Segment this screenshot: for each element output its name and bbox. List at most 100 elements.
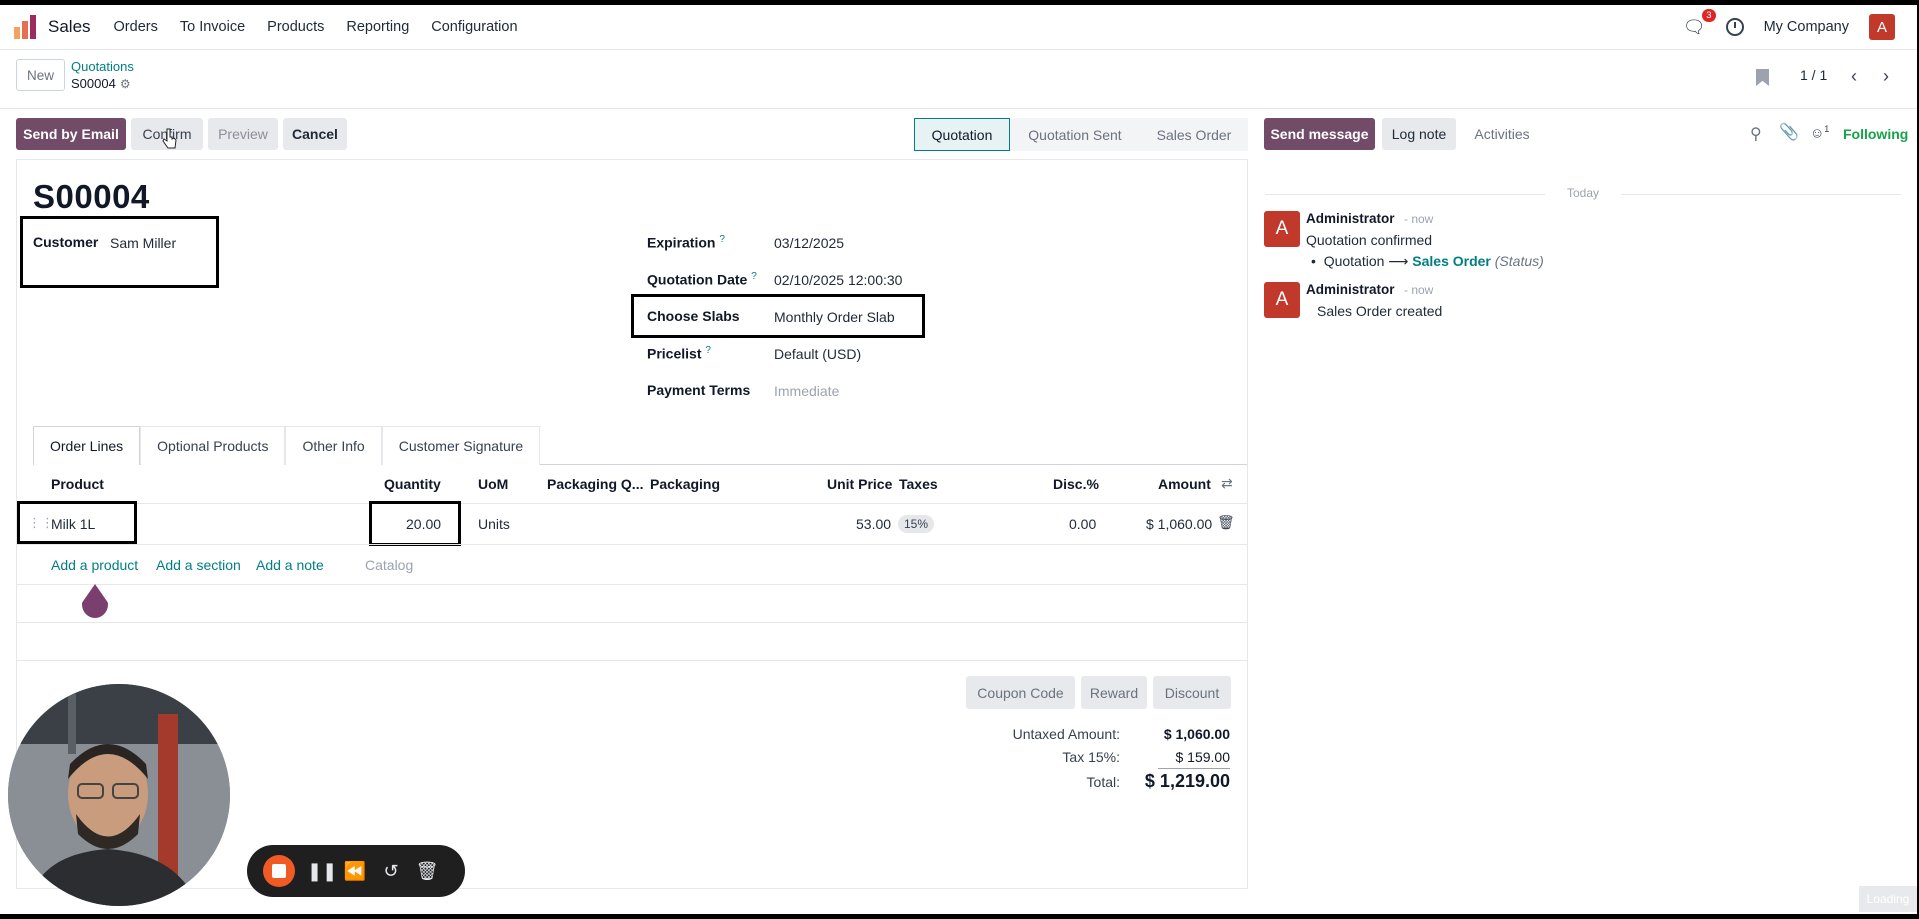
message-tracking: • Quotation ⟶ Sales Order (Status) (1311, 253, 1544, 269)
tax-label: Tax 15%: (1062, 749, 1120, 765)
message-author[interactable]: Administrator (1306, 282, 1395, 297)
tab-order-lines[interactable]: Order Lines (33, 426, 141, 465)
sales-app-icon[interactable] (14, 15, 38, 39)
stage-quotation-sent[interactable]: Quotation Sent (1010, 118, 1140, 151)
stage-sales-order[interactable]: Sales Order (1140, 118, 1248, 151)
control-panel: New Quotations S00004 ⚙ 1 / 1 ‹ › (0, 51, 1917, 109)
help-icon[interactable]: ? (719, 234, 725, 245)
line-tax-badge[interactable]: 15% (898, 515, 935, 533)
add-note-link[interactable]: Add a note (256, 557, 324, 573)
pricelist-field[interactable]: Default (USD) (774, 346, 861, 362)
loading-indicator: Loading (1859, 886, 1917, 912)
tracking-old-value: Quotation (1323, 253, 1385, 269)
highlight-choose-slabs (631, 294, 925, 338)
company-switcher[interactable]: My Company (1764, 19, 1849, 35)
menu-configuration[interactable]: Configuration (420, 19, 528, 35)
add-section-link[interactable]: Add a section (156, 557, 241, 573)
payment-terms-field[interactable]: Immediate (774, 383, 839, 399)
followers-icon[interactable]: ☺1 (1810, 124, 1829, 141)
col-unit-price[interactable]: Unit Price (827, 476, 892, 492)
activities-button[interactable]: Activities (1463, 118, 1541, 150)
untaxed-amount-value: $ 1,060.00 (1163, 726, 1230, 742)
pager-next-icon[interactable]: › (1873, 63, 1899, 89)
send-by-email-button[interactable]: Send by Email (16, 118, 126, 150)
col-uom[interactable]: UoM (478, 476, 508, 492)
message-body: Sales Order created (1317, 303, 1443, 319)
mouse-pointer-icon (162, 128, 177, 149)
line-unit-price[interactable]: 53.00 (856, 516, 891, 532)
table-row-divider (16, 622, 1247, 623)
menu-orders[interactable]: Orders (103, 19, 169, 35)
pager-previous-icon[interactable]: ‹ (1841, 63, 1867, 89)
expiration-label: Expiration ? (647, 234, 725, 251)
col-disc[interactable]: Disc.% (1053, 476, 1099, 492)
menu-reporting[interactable]: Reporting (335, 19, 420, 35)
preview-button[interactable]: Preview (208, 118, 278, 150)
message-author[interactable]: Administrator (1306, 211, 1395, 226)
tracking-new-value: Sales Order (1412, 253, 1491, 269)
expiration-field[interactable]: 03/12/2025 (774, 235, 844, 251)
stop-recording-icon[interactable] (263, 855, 295, 887)
col-amount[interactable]: Amount (1158, 476, 1211, 492)
col-packaging-qty[interactable]: Packaging Q... (547, 476, 643, 492)
pager-value[interactable]: 1 / 1 (1800, 67, 1827, 83)
paperclip-icon[interactable]: 📎 (1779, 122, 1799, 142)
screen-recorder-toolbar: ❚❚ ⏪ ↺ 🗑 (247, 845, 465, 897)
arrow-right-icon: ⟶ (1388, 253, 1413, 269)
status-bar: Quotation Quotation Sent Sales Order (914, 118, 1248, 151)
menu-products[interactable]: Products (256, 19, 335, 35)
app-name[interactable]: Sales (48, 17, 91, 37)
col-quantity[interactable]: Quantity (384, 476, 441, 492)
tab-other-info[interactable]: Other Info (285, 426, 382, 465)
add-product-link[interactable]: Add a product (51, 557, 138, 573)
restart-icon[interactable]: ↺ (379, 861, 403, 882)
line-disc[interactable]: 0.00 (1069, 516, 1096, 532)
discuss-chat-icon[interactable]: 🗨 3 (1683, 8, 1716, 38)
presenter-video-image (8, 684, 230, 906)
breadcrumb-current-label: S00004 (71, 76, 116, 91)
table-row-divider (16, 660, 1247, 661)
send-message-button[interactable]: Send message (1264, 118, 1375, 150)
tab-customer-signature[interactable]: Customer Signature (381, 426, 541, 465)
activities-clock-icon[interactable] (1725, 18, 1744, 36)
message-body: Quotation confirmed (1306, 232, 1433, 248)
coupon-code-button[interactable]: Coupon Code (966, 676, 1075, 709)
message-avatar[interactable]: A (1264, 282, 1300, 318)
quotation-date-field[interactable]: 02/10/2025 12:00:30 (774, 272, 902, 288)
search-icon[interactable]: ⚲ (1750, 124, 1762, 144)
tab-optional-products[interactable]: Optional Products (140, 426, 286, 465)
stage-quotation[interactable]: Quotation (914, 118, 1010, 151)
catalog-button[interactable]: Catalog (365, 557, 413, 573)
gear-icon[interactable]: ⚙ (120, 77, 131, 91)
optional-columns-icon[interactable]: ⇄ (1221, 475, 1233, 492)
help-icon[interactable]: ? (705, 345, 711, 356)
top-navbar: Sales Orders To Invoice Products Reporti… (0, 5, 1917, 50)
cancel-button[interactable]: Cancel (283, 118, 347, 150)
bookmark-icon[interactable] (1756, 69, 1769, 86)
totals-divider (1158, 768, 1230, 769)
user-avatar[interactable]: A (1869, 14, 1895, 40)
help-icon[interactable]: ? (751, 271, 757, 282)
reward-button[interactable]: Reward (1081, 676, 1147, 709)
following-toggle[interactable]: Following (1843, 126, 1908, 142)
main-menu: Orders To Invoice Products Reporting Con… (103, 19, 529, 35)
trash-icon[interactable]: 🗑 (415, 861, 439, 882)
message-avatar[interactable]: A (1264, 211, 1300, 247)
pricelist-label: Pricelist ? (647, 345, 711, 362)
rewind-icon[interactable]: ⏪ (343, 861, 367, 882)
trash-icon[interactable]: 🗑 (1217, 514, 1235, 531)
pause-icon[interactable]: ❚❚ (307, 861, 337, 882)
screen-border-bottom (0, 914, 1919, 919)
breadcrumb-quotations[interactable]: Quotations (71, 59, 134, 74)
col-product[interactable]: Product (51, 476, 104, 492)
col-taxes[interactable]: Taxes (899, 476, 938, 492)
webcam-overlay (8, 684, 230, 906)
menu-to-invoice[interactable]: To Invoice (169, 19, 256, 35)
discount-button[interactable]: Discount (1153, 676, 1231, 709)
followers-count: 1 (1824, 124, 1830, 134)
log-note-button[interactable]: Log note (1382, 118, 1456, 150)
tracking-field: (Status) (1494, 253, 1544, 269)
col-packaging[interactable]: Packaging (650, 476, 720, 492)
new-button[interactable]: New (16, 59, 65, 91)
line-uom[interactable]: Units (478, 516, 510, 532)
